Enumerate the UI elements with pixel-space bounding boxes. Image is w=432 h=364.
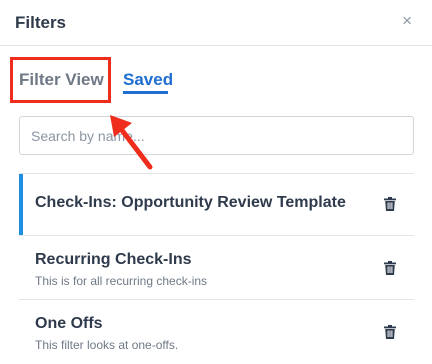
- close-icon[interactable]: ×: [402, 11, 412, 31]
- tab-saved[interactable]: Saved: [123, 70, 173, 90]
- search-input[interactable]: [20, 117, 413, 154]
- saved-filter-item[interactable]: One Offs This filter looks at one-offs.: [19, 300, 414, 364]
- saved-filter-description: This is for all recurring check-ins: [35, 274, 208, 288]
- saved-filter-title: One Offs: [35, 315, 103, 332]
- saved-filter-item[interactable]: Recurring Check-Ins This is for all recu…: [19, 236, 414, 299]
- filters-panel: Filters × Filter View Saved Check-Ins: O…: [0, 0, 432, 364]
- trash-icon[interactable]: [384, 197, 396, 211]
- active-tab-indicator: [123, 91, 168, 94]
- saved-filter-title: Check-Ins: Opportunity Review Template: [35, 194, 346, 211]
- panel-title: Filters: [15, 13, 67, 32]
- search-field: [19, 116, 414, 155]
- saved-filter-title: Recurring Check-Ins: [35, 251, 192, 268]
- panel-header: Filters ×: [0, 0, 432, 46]
- annotation-highlight-box: [10, 57, 111, 103]
- trash-icon[interactable]: [384, 325, 396, 339]
- saved-filter-description: This filter looks at one-offs.: [35, 338, 179, 352]
- saved-filter-item[interactable]: Check-Ins: Opportunity Review Template: [19, 174, 414, 235]
- trash-icon[interactable]: [384, 261, 396, 275]
